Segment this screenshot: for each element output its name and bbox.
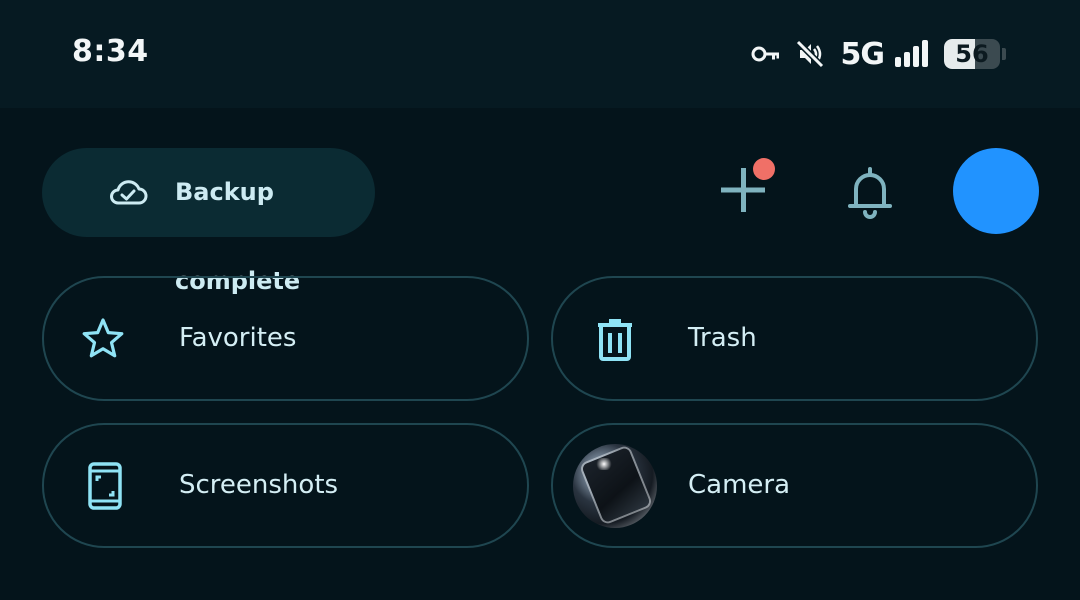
signal-icon <box>894 39 930 69</box>
bell-icon <box>848 167 892 219</box>
camera-thumbnail <box>573 444 657 528</box>
cloud-check-icon <box>108 178 148 210</box>
backup-status-chip[interactable]: Backup complete <box>42 148 375 295</box>
collection-screenshots[interactable]: Screenshots <box>42 423 529 548</box>
collection-label: Screenshots <box>179 470 339 500</box>
notifications-button[interactable] <box>844 164 896 220</box>
collection-trash[interactable]: Trash <box>551 276 1038 401</box>
mute-icon <box>795 39 825 69</box>
trash-icon <box>595 278 635 399</box>
collection-label: Favorites <box>179 323 297 353</box>
status-icons: 5G 56 <box>751 36 1006 72</box>
thumbnail-glare <box>595 458 613 470</box>
phone-screenshot-icon <box>88 425 122 546</box>
avatar[interactable] <box>953 148 1039 234</box>
collection-label: Trash <box>688 323 757 353</box>
clock: 8:34 <box>72 34 149 69</box>
backup-label: Backup complete <box>175 178 301 295</box>
battery-level: 56 <box>955 40 989 68</box>
battery-indicator: 56 <box>944 39 1000 69</box>
collection-camera[interactable]: Camera <box>551 423 1038 548</box>
collection-label: Camera <box>688 470 791 500</box>
thumbnail-device <box>581 446 651 524</box>
battery-tip <box>1002 48 1006 60</box>
notification-badge <box>753 158 775 180</box>
vpn-key-icon <box>751 44 781 64</box>
status-bar: 8:34 5G 56 <box>0 0 1080 108</box>
collection-favorites[interactable]: Favorites <box>42 276 529 401</box>
network-type: 5G <box>840 36 885 72</box>
star-icon <box>80 278 126 399</box>
